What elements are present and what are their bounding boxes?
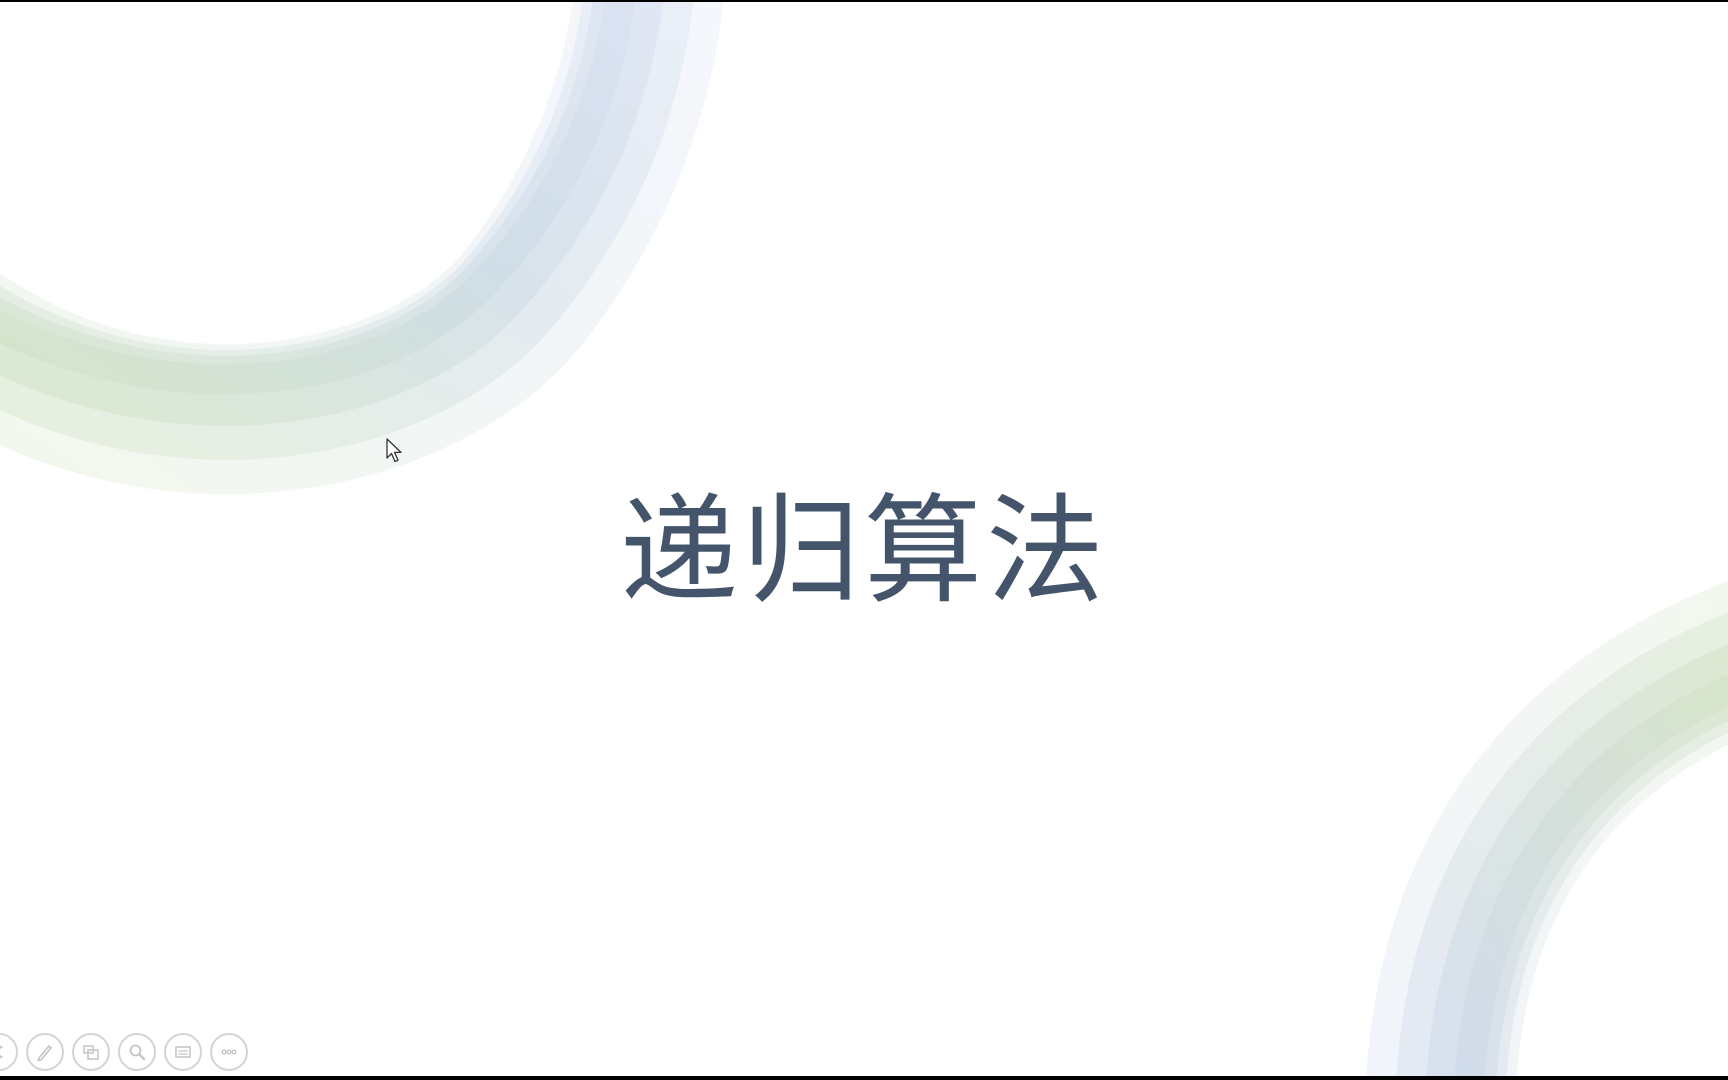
top-left-swoosh (0, 2, 724, 495)
presentation-screen: 递归算法 (0, 0, 1728, 1080)
previous-button[interactable] (0, 1033, 18, 1071)
more-options-icon (221, 1049, 237, 1055)
previous-icon (0, 1045, 3, 1059)
bottom-right-swoosh (1366, 581, 1728, 1076)
mouse-cursor-icon (386, 438, 402, 463)
slide-title: 递归算法 (619, 482, 1108, 620)
zoom-button[interactable] (118, 1033, 156, 1071)
slide[interactable]: 递归算法 (0, 2, 1728, 1076)
see-all-slides-button[interactable] (72, 1033, 110, 1071)
see-all-slides-icon (83, 1045, 99, 1060)
more-options-button[interactable] (210, 1033, 248, 1071)
subtitles-button[interactable] (164, 1033, 202, 1071)
subtitles-icon (175, 1046, 191, 1058)
pen-icon (37, 1045, 52, 1062)
pen-button[interactable] (26, 1033, 64, 1071)
zoom-icon (129, 1044, 146, 1061)
slideshow-toolbar (0, 1030, 248, 1074)
